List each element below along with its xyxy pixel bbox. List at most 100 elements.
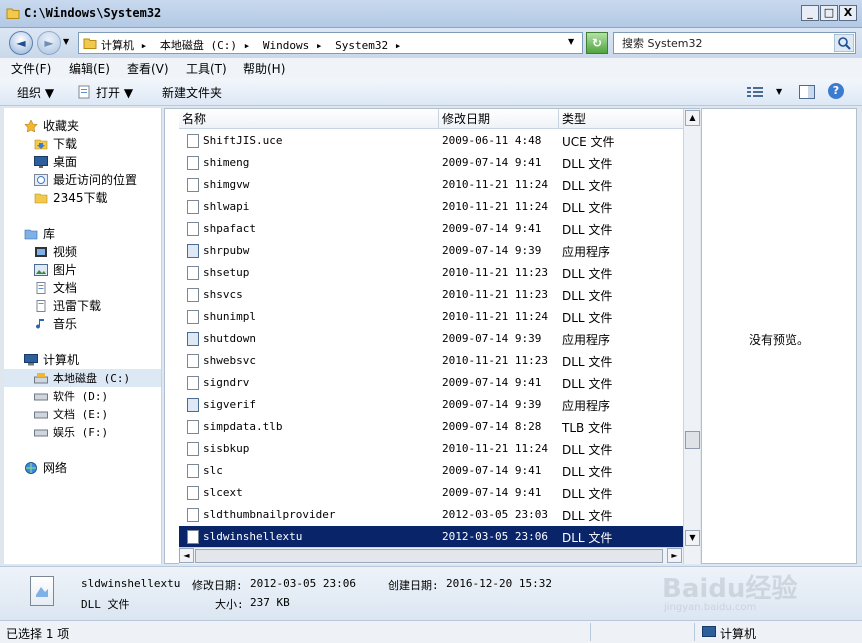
table-row[interactable]: sisbkup 2010-11-21 11:24 DLL 文件 [179,438,684,460]
table-row[interactable]: sigverif 2009-07-14 9:39 应用程序 [179,394,684,416]
table-row[interactable]: shrpubw 2009-07-14 9:39 应用程序 [179,240,684,262]
forward-button[interactable]: ► [37,31,61,55]
file-icon [187,178,199,192]
breadcrumb-drive-c[interactable]: 本地磁盘 (C:) ▸ [160,39,250,52]
sidebar-item-videos[interactable]: 视频 [34,243,77,261]
sidebar-libraries[interactable]: 库 [24,225,55,243]
sidebar-item-downloads[interactable]: 下载 [34,135,77,153]
search-box[interactable] [613,32,856,54]
details-created-label: 创建日期: [388,579,439,592]
column-headers: 名称 修改日期 类型 [179,109,684,129]
sidebar-item-recent-places[interactable]: 最近访问的位置 [34,171,137,189]
file-icon [187,288,199,302]
file-name: shutdown [203,332,256,345]
sidebar-item-documents[interactable]: 文档 [34,279,77,297]
sidebar-item-thunder-downloads[interactable]: 迅雷下载 [34,297,101,315]
column-header-type[interactable]: 类型 [559,109,684,129]
file-name: shimeng [203,156,250,169]
file-modified-date: 2010-11-21 11:24 [442,442,548,455]
maximize-button[interactable]: □ [820,5,838,21]
sidebar-computer[interactable]: 计算机 [24,351,79,369]
desktop-icon [34,156,48,168]
table-row[interactable]: sldthumbnailprovider 2012-03-05 23:03 DLL … [179,504,684,526]
vertical-scroll-thumb[interactable] [685,431,700,449]
file-type: DLL 文件 [562,289,613,303]
breadcrumb-computer[interactable]: 计算机 ▸ [101,39,147,52]
refresh-button[interactable]: ↻ [586,32,608,54]
menu-help[interactable]: 帮助(H) [243,60,285,77]
file-type: DLL 文件 [562,179,613,193]
file-modified-date: 2010-11-21 11:23 [442,354,548,367]
new-folder-button[interactable]: 新建文件夹 [162,84,222,101]
sidebar-item-pictures[interactable]: 图片 [34,261,77,279]
horizontal-scroll-thumb[interactable] [195,549,663,563]
table-row[interactable]: ShiftJIS.uce 2009-06-11 4:48 UCE 文件 [179,130,684,152]
table-row[interactable]: shpafact 2009-07-14 9:41 DLL 文件 [179,218,684,240]
table-row[interactable]: sldwinshellextu 2012-03-05 23:06 DLL 文件 [179,526,684,548]
file-modified-date: 2009-06-11 4:48 [442,134,542,147]
status-location: 计算机 [720,627,757,641]
sidebar-item-music[interactable]: 音乐 [34,315,77,333]
menu-edit[interactable]: 编辑(E) [69,60,110,77]
file-icon [187,420,199,434]
menu-tools[interactable]: 工具(T) [186,60,227,77]
scroll-left-button[interactable]: ◄ [179,548,194,563]
table-row[interactable]: shlwapi 2010-11-21 11:24 DLL 文件 [179,196,684,218]
table-row[interactable]: shunimpl 2010-11-21 11:24 DLL 文件 [179,306,684,328]
horizontal-scrollbar[interactable]: ◄ ► [179,547,683,564]
column-header-modified[interactable]: 修改日期 [439,109,559,129]
column-header-name[interactable]: 名称 [179,109,439,129]
preview-pane-icon[interactable] [799,85,815,99]
open-button[interactable]: 打开 ▼ [96,84,133,101]
file-icon [187,156,199,170]
minimize-button[interactable]: _ [801,5,819,21]
sidebar-item-drive-e[interactable]: 文档 (E:) [34,405,108,423]
scroll-down-button[interactable]: ▼ [685,530,700,546]
address-dropdown-icon[interactable]: ▼ [568,37,574,46]
sidebar-item-drive-c[interactable]: 本地磁盘 (C:) [4,369,161,387]
breadcrumb-system32[interactable]: System32 ▸ [335,39,401,52]
menu-view[interactable]: 查看(V) [127,60,169,77]
table-row[interactable]: simpdata.tlb 2009-07-14 8:28 TLB 文件 [179,416,684,438]
file-modified-date: 2010-11-21 11:23 [442,288,548,301]
table-row[interactable]: shimeng 2009-07-14 9:41 DLL 文件 [179,152,684,174]
table-row[interactable]: shsetup 2010-11-21 11:23 DLL 文件 [179,262,684,284]
view-dropdown-icon[interactable]: ▼ [776,87,782,96]
organize-button[interactable]: 组织 ▼ [17,84,54,101]
address-bar[interactable]: 计算机 ▸ 本地磁盘 (C:) ▸ Windows ▸ System32 ▸ ▼ [78,32,583,54]
sidebar-network[interactable]: 网络 [24,459,67,477]
scroll-up-button[interactable]: ▲ [685,110,700,126]
file-name: sldthumbnailprovider [203,508,336,521]
back-button[interactable]: ◄ [9,31,33,55]
vertical-scrollbar[interactable]: ▲ ▼ [683,109,700,564]
table-row[interactable]: slc 2009-07-14 9:41 DLL 文件 [179,460,684,482]
table-row[interactable]: slcext 2009-07-14 9:41 DLL 文件 [179,482,684,504]
sidebar-favorites[interactable]: 收藏夹 [24,117,79,135]
file-type: DLL 文件 [562,311,613,325]
table-row[interactable]: shwebsvc 2010-11-21 11:23 DLL 文件 [179,350,684,372]
help-icon[interactable]: ? [828,83,844,99]
sidebar-item-drive-d[interactable]: 软件 (D:) [34,387,108,405]
file-type: DLL 文件 [562,465,613,479]
menu-file[interactable]: 文件(F) [11,60,51,77]
close-button[interactable]: X [839,5,857,21]
search-icon[interactable] [834,34,854,52]
table-row[interactable]: shutdown 2009-07-14 9:39 应用程序 [179,328,684,350]
scroll-right-button[interactable]: ► [667,548,682,563]
view-options-icon[interactable] [747,86,765,98]
star-icon [24,120,38,132]
file-modified-date: 2010-11-21 11:24 [442,178,548,191]
table-row[interactable]: signdrv 2009-07-14 9:41 DLL 文件 [179,372,684,394]
library-icon [24,229,38,240]
file-type: DLL 文件 [562,443,613,457]
table-row[interactable]: shsvcs 2010-11-21 11:23 DLL 文件 [179,284,684,306]
search-input[interactable] [622,35,827,51]
sidebar-item-drive-f[interactable]: 娱乐 (F:) [34,423,108,441]
sidebar-item-desktop[interactable]: 桌面 [34,153,77,171]
table-row[interactable]: shimgvw 2010-11-21 11:24 DLL 文件 [179,174,684,196]
file-type: 应用程序 [562,333,611,347]
sidebar-item-2345-downloads[interactable]: 2345下载 [34,189,108,207]
file-modified-date: 2010-11-21 11:24 [442,310,548,323]
breadcrumb-windows[interactable]: Windows ▸ [263,39,323,52]
history-dropdown-icon[interactable]: ▼ [63,37,69,46]
